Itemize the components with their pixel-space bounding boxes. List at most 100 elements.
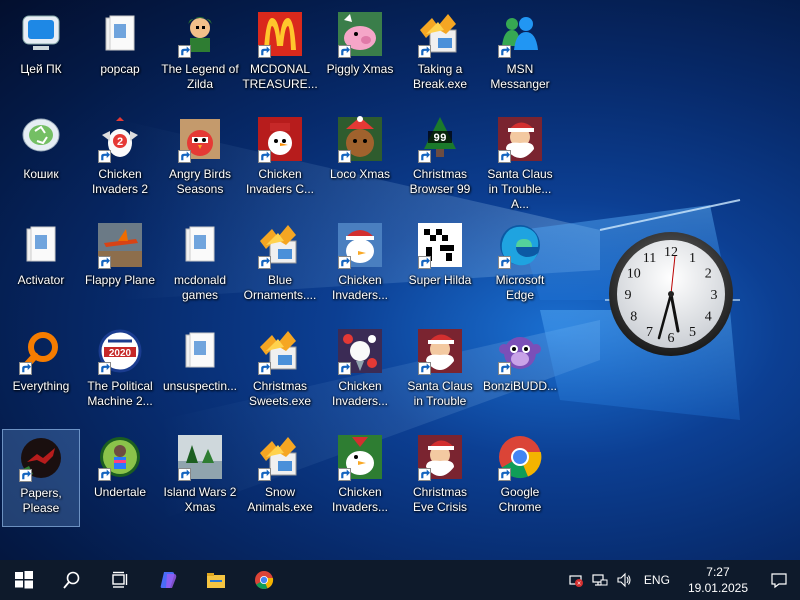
shortcut-arrow-icon (19, 362, 32, 375)
desktop-icon-christmas-eve-crisis[interactable]: Christmas Eve Crisis (401, 429, 479, 527)
chrome-taskbar-button[interactable] (240, 560, 288, 600)
desktop-icon-label: mcdonald games (173, 273, 227, 302)
desktop-icon-label: MCDONAL TREASURE... (242, 62, 318, 91)
desktop-icon-unsuspectin[interactable]: unsuspectin... (161, 323, 239, 421)
speaker-icon (617, 572, 631, 588)
desktop-icon-papers-please[interactable]: Papers, Please (2, 429, 80, 527)
desktop-icon-label: Кошик (23, 167, 59, 181)
edge-icon (496, 221, 544, 269)
desktop-icon-label: Chicken Invaders 2 (91, 167, 149, 196)
desktop-icon-label: The Legend of Zilda (161, 62, 239, 91)
svg-text:2: 2 (117, 136, 123, 148)
desktop-icon-цей-пк[interactable]: Цей ПК (2, 6, 80, 104)
file-explorer-icon (207, 573, 225, 588)
desktop-icon-blue-ornaments[interactable]: Blue Ornaments.... (241, 217, 319, 315)
desktop-icon-undertale[interactable]: Undertale (81, 429, 159, 527)
santa-icon (416, 433, 464, 481)
desktop-icon-label: The Political Machine 2... (87, 379, 153, 408)
desktop-icon-santa-claus-in-trouble-a[interactable]: Santa Claus in Trouble... A... (481, 111, 559, 211)
desktop-icon-everything[interactable]: Everything (2, 323, 80, 421)
computer-icon (17, 10, 65, 58)
desktop-icon-snow-animals-exe[interactable]: Snow Animals.exe (241, 429, 319, 527)
shortcut-arrow-icon (98, 256, 111, 269)
desktop-icon-chicken-invaders[interactable]: Chicken Invaders... (321, 323, 399, 421)
folder-icon (176, 327, 224, 375)
notification-center-button[interactable] (758, 560, 800, 600)
desktop-icon-bonzibudd[interactable]: BonziBUDD... (481, 323, 559, 421)
desktop-icon-mcdonald-games[interactable]: mcdonald games (161, 217, 239, 315)
desktop-icon-chicken-invaders[interactable]: Chicken Invaders... (321, 217, 399, 315)
start-button[interactable] (0, 560, 48, 600)
msn-icon (496, 10, 544, 58)
papers-please-icon (17, 434, 65, 482)
network-tray-button[interactable] (588, 560, 612, 600)
desktop-icon-loco-xmas[interactable]: Loco Xmas (321, 111, 399, 209)
undertale-icon (96, 433, 144, 481)
desktop-icon-label: Chicken Invaders... (331, 379, 389, 408)
desktop-icon-кошик[interactable]: Кошик (2, 111, 80, 209)
antivirus-tray-button[interactable]: × (564, 560, 588, 600)
desktop-icon-google-chrome[interactable]: Google Chrome (481, 429, 559, 527)
clock-datetime[interactable]: 7:27 19.01.2025 (678, 564, 758, 596)
shortcut-arrow-icon (418, 150, 431, 163)
svg-text:99: 99 (433, 133, 446, 145)
shortcut-arrow-icon (498, 150, 511, 163)
shortcut-arrow-icon (98, 362, 111, 375)
shortcut-arrow-icon (98, 150, 111, 163)
language-indicator[interactable]: ENG (636, 573, 678, 587)
desktop-icon-chicken-invaders-c[interactable]: Chicken Invaders C... (241, 111, 319, 209)
clock-number: 9 (625, 288, 632, 303)
shortcut-arrow-icon (498, 45, 511, 58)
desktop-icon-mcdonal-treasure[interactable]: MCDONAL TREASURE... (241, 6, 319, 104)
desktop-icon-label: Snow Animals.exe (247, 485, 313, 514)
desktop-icon-the-political-machine-2[interactable]: 2020 The Political Machine 2... (81, 323, 159, 421)
angry-bird-icon (176, 115, 224, 163)
installer-icon (256, 221, 304, 269)
desktop-icon-christmas-sweets-exe[interactable]: Christmas Sweets.exe (241, 323, 319, 421)
installer-icon (256, 327, 304, 375)
shortcut-arrow-icon (258, 256, 271, 269)
desktop-icon-angry-birds-seasons[interactable]: Angry Birds Seasons (161, 111, 239, 209)
system-tray: × ENG 7:27 19.01.2025 (564, 560, 800, 600)
clock-gadget[interactable]: 12 12 3 45678 9 1011 (608, 231, 734, 357)
start-icon (15, 571, 33, 589)
desktop-icon-piggly-xmas[interactable]: Piggly Xmas (321, 6, 399, 104)
clock-number: 5 (689, 325, 696, 340)
desktop-icon-island-wars-2-xmas[interactable]: Island Wars 2 Xmas (161, 429, 239, 527)
desktop-icon-msn-messanger[interactable]: MSN Messanger (481, 6, 559, 104)
desktop-icon-popcap[interactable]: popcap (81, 6, 159, 104)
desktop-icon-flappy-plane[interactable]: Flappy Plane (81, 217, 159, 315)
shortcut-arrow-icon (338, 45, 351, 58)
chrome-icon (255, 571, 274, 590)
clock-number: 8 (630, 310, 637, 325)
shortcut-arrow-icon (258, 468, 271, 481)
chrome-icon (496, 433, 544, 481)
taskbar: × ENG 7:27 19.01.2025 (0, 560, 800, 600)
folder-icon (96, 10, 144, 58)
desktop-icon-label: Taking a Break.exe (412, 62, 468, 91)
chicken-santa-icon (336, 221, 384, 269)
task-view-button[interactable] (96, 560, 144, 600)
shortcut-arrow-icon (338, 468, 351, 481)
desktop-icon-activator[interactable]: Activator (2, 217, 80, 315)
search-button[interactable] (48, 560, 96, 600)
volume-tray-button[interactable] (612, 560, 636, 600)
desktop-icon-christmas-browser-99[interactable]: 99 Christmas Browser 99 (401, 111, 479, 209)
mcdonalds-icon (256, 10, 304, 58)
desktop-icon-chicken-invaders[interactable]: Chicken Invaders... (321, 429, 399, 527)
desktop-icon-santa-claus-in-trouble[interactable]: Santa Claus in Trouble (401, 323, 479, 421)
desktop-icon-chicken-invaders-2[interactable]: 2 Chicken Invaders 2 (81, 111, 159, 209)
file-explorer-button[interactable] (192, 560, 240, 600)
desktop-icon-microsoft-edge[interactable]: Microsoft Edge (481, 217, 559, 315)
shortcut-arrow-icon (418, 362, 431, 375)
desktop-icon-label: MSN Messanger (490, 62, 550, 91)
desktop-icon-taking-a-break-exe[interactable]: Taking a Break.exe (401, 6, 479, 104)
copilot-button[interactable] (144, 560, 192, 600)
desktop-icon-super-hilda[interactable]: Super Hilda (401, 217, 479, 315)
santa-icon (496, 115, 544, 163)
shortcut-arrow-icon (418, 45, 431, 58)
clock-number: 12 (664, 245, 678, 260)
svg-text:2020: 2020 (109, 348, 132, 359)
desktop-icon-the-legend-of-zilda[interactable]: The Legend of Zilda (161, 6, 239, 104)
desktop-icon-label: Chicken Invaders C... (245, 167, 315, 196)
